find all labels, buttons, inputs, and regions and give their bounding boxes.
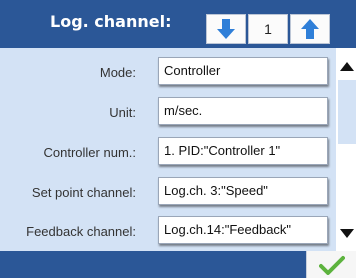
scroll-up-button[interactable] bbox=[337, 56, 356, 76]
triangle-down-icon bbox=[339, 229, 354, 238]
controller-num-field[interactable]: 1. PID:"Controller 1" bbox=[158, 137, 328, 165]
arrow-down-icon bbox=[217, 19, 235, 39]
footer-bar bbox=[0, 251, 356, 278]
page-title: Log. channel: bbox=[50, 12, 172, 31]
feedback-channel-label: Feedback channel: bbox=[26, 224, 136, 239]
controller-num-label: Controller num.: bbox=[43, 145, 136, 160]
feedback-channel-field[interactable]: Log.ch.14:"Feedback" bbox=[158, 216, 328, 244]
mode-label: Mode: bbox=[99, 65, 136, 80]
channel-number-value: 1 bbox=[264, 21, 272, 37]
scroll-down-button[interactable] bbox=[337, 224, 356, 244]
previous-channel-button[interactable] bbox=[206, 14, 246, 44]
scrollbar[interactable] bbox=[336, 48, 356, 251]
unit-field[interactable]: m/sec. bbox=[158, 97, 328, 125]
next-channel-button[interactable] bbox=[290, 14, 330, 44]
set-point-channel-label: Set point channel: bbox=[31, 185, 136, 200]
set-point-channel-field[interactable]: Log.ch. 3:"Speed" bbox=[158, 177, 328, 205]
channel-number-field[interactable]: 1 bbox=[248, 14, 288, 44]
unit-label: Unit: bbox=[109, 105, 136, 120]
ok-button[interactable] bbox=[306, 251, 356, 278]
scroll-thumb[interactable] bbox=[338, 80, 356, 144]
settings-panel: Mode: Controller Unit: m/sec. Controller… bbox=[0, 48, 336, 251]
mode-field[interactable]: Controller bbox=[158, 57, 328, 85]
triangle-up-icon bbox=[339, 62, 354, 71]
checkmark-icon bbox=[318, 255, 345, 275]
arrow-up-icon bbox=[301, 19, 319, 39]
